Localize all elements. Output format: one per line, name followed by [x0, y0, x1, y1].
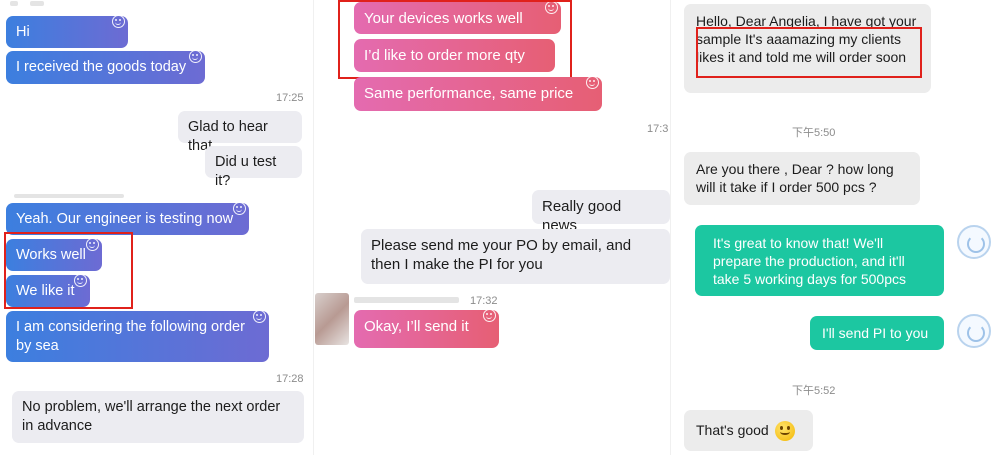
highlight-box — [338, 0, 572, 79]
message-text: Yeah. Our engineer is testing now — [16, 211, 234, 227]
chat-panel-left: Hi I received the goods today 17:25 Glad… — [0, 0, 313, 455]
timestamp: 下午5:50 — [792, 127, 836, 139]
message-bubble[interactable]: No problem, we'll arrange the next order… — [12, 391, 304, 443]
timestamp: 下午5:52 — [792, 385, 836, 397]
smile-icon — [586, 76, 599, 89]
smile-icon — [233, 202, 246, 215]
message-bubble[interactable]: That's good — [684, 410, 813, 451]
message-bubble[interactable]: Are you there , Dear ? how long will it … — [684, 152, 920, 205]
message-bubble[interactable]: Yeah. Our engineer is testing now — [6, 202, 249, 235]
message-bubble[interactable]: Really good news — [532, 190, 670, 234]
blurred-name — [30, 1, 44, 6]
highlight-box — [696, 27, 922, 78]
smile-icon — [189, 50, 202, 63]
timestamp: 17:3 — [647, 123, 669, 135]
chat-panel-right: Hello, Dear Angelia, I have got your sam… — [670, 0, 1000, 455]
message-text: Please send me your PO by email, and the… — [371, 237, 632, 273]
smile-icon — [483, 309, 496, 322]
message-text: It's great to know that! We'll prepare t… — [713, 235, 906, 287]
message-bubble[interactable]: Okay, I’ll send it — [354, 309, 499, 348]
message-bubble[interactable]: Please send me your PO by email, and the… — [361, 229, 670, 284]
message-text: No problem, we'll arrange the next order… — [22, 399, 281, 434]
smile-icon — [112, 15, 125, 28]
message-text: Hi — [16, 24, 30, 40]
message-bubble[interactable]: I'll send PI to you — [810, 316, 944, 350]
smiley-emoji-icon — [774, 421, 795, 442]
message-text: I'll send PI to you — [822, 325, 929, 341]
message-text: I am considering the following order by … — [16, 319, 245, 354]
smile-icon — [253, 310, 266, 323]
message-text: Are you there , Dear ? how long will it … — [696, 161, 894, 195]
blurred-name — [14, 194, 124, 198]
timestamp: 17:25 — [276, 92, 304, 104]
message-bubble[interactable]: Hi — [6, 15, 128, 48]
chat-panel-middle: Your devices works well I’d like to orde… — [313, 0, 670, 455]
avatar[interactable] — [315, 293, 349, 345]
avatar-icon[interactable] — [957, 225, 991, 259]
message-text: Same performance, same price — [364, 85, 574, 102]
message-text: Did u test it? — [215, 154, 277, 189]
message-text: I received the goods today — [16, 59, 187, 75]
message-bubble[interactable]: Did u test it? — [205, 146, 302, 189]
message-text: That's good — [696, 422, 769, 438]
message-text: Okay, I’ll send it — [364, 318, 469, 335]
message-bubble[interactable]: Same performance, same price — [354, 76, 602, 111]
blurred-name — [10, 1, 18, 6]
blurred-name — [354, 297, 459, 303]
timestamp: 17:28 — [276, 373, 304, 385]
message-bubble[interactable]: It's great to know that! We'll prepare t… — [695, 225, 944, 296]
message-bubble[interactable]: I received the goods today — [6, 50, 205, 84]
message-bubble[interactable]: I am considering the following order by … — [6, 310, 269, 362]
message-bubble[interactable]: Glad to hear that — [178, 111, 302, 154]
highlight-box — [4, 232, 133, 309]
avatar-icon[interactable] — [957, 314, 991, 348]
timestamp: 17:32 — [470, 295, 498, 307]
